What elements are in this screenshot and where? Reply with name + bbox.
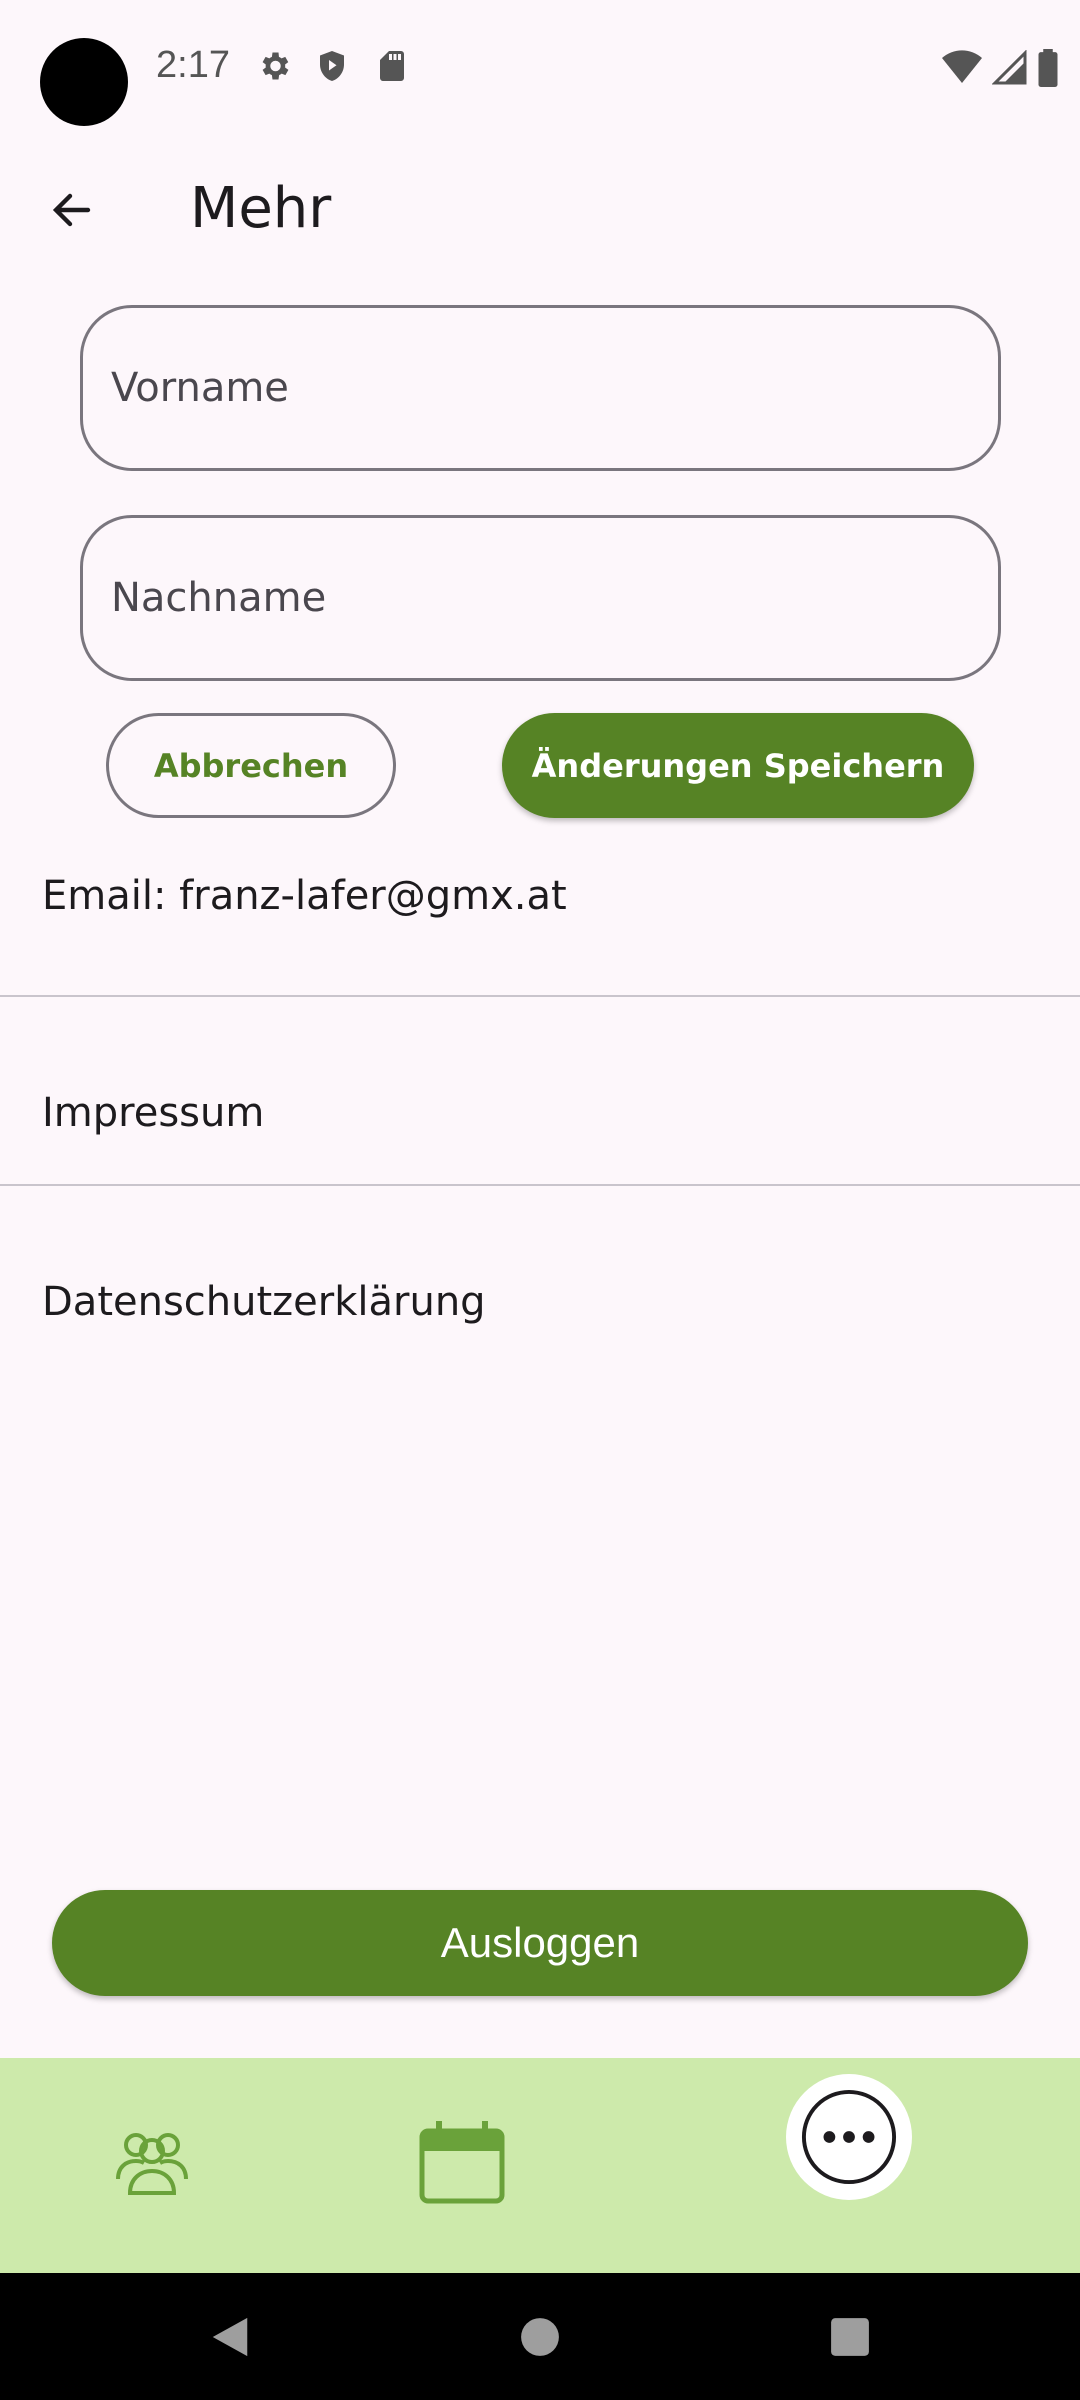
wifi-icon	[942, 50, 982, 83]
system-recents-button[interactable]	[810, 2273, 890, 2400]
list-item-label: Datenschutzerklärung	[42, 1279, 486, 1325]
nav-item-calendar[interactable]	[412, 2113, 512, 2213]
circle-home-icon	[521, 2317, 559, 2356]
square-recents-icon	[831, 2317, 869, 2356]
camera-cutout	[40, 38, 128, 126]
list-item-label: Impressum	[42, 1090, 265, 1136]
logout-button-label: Ausloggen	[440, 1919, 640, 1966]
app-bar: Mehr	[0, 150, 1080, 270]
more-horizontal-icon	[801, 2089, 897, 2185]
save-changes-button[interactable]: Änderungen Speichern	[502, 713, 974, 818]
status-bar: 2:17	[0, 0, 1080, 135]
logout-button[interactable]: Ausloggen	[52, 1890, 1028, 1996]
last-name-field[interactable]	[80, 515, 1001, 681]
cancel-button-label: Abbrechen	[153, 746, 349, 785]
divider	[0, 1184, 1080, 1186]
status-time: 2:17	[156, 44, 230, 86]
triangle-back-icon	[212, 2317, 248, 2356]
first-name-field[interactable]	[80, 305, 1001, 471]
sd-card-icon	[380, 51, 404, 81]
nav-item-people[interactable]	[102, 2113, 202, 2213]
shield-play-icon	[320, 51, 344, 81]
people-icon	[116, 2133, 188, 2195]
battery-icon	[1038, 49, 1058, 87]
email-text: Email: franz-lafer@gmx.at	[42, 873, 567, 919]
settings-icon	[262, 52, 289, 80]
bottom-navigation	[0, 2058, 1080, 2273]
last-name-input[interactable]	[111, 518, 971, 678]
system-back-button[interactable]	[190, 2273, 270, 2400]
list-item-privacy-policy[interactable]: Datenschutzerklärung	[0, 1219, 1080, 1405]
divider	[0, 995, 1080, 997]
save-changes-button-label: Änderungen Speichern	[531, 746, 945, 785]
page-title: Mehr	[190, 176, 332, 241]
status-right-icons	[942, 48, 1058, 88]
first-name-input[interactable]	[111, 308, 971, 468]
nav-item-more[interactable]	[786, 2074, 912, 2200]
system-home-button[interactable]	[500, 2273, 580, 2400]
calendar-icon	[419, 2121, 505, 2204]
signal-icon	[992, 50, 1027, 85]
arrow-back-icon	[52, 193, 91, 227]
system-navigation-bar	[0, 2273, 1080, 2400]
cancel-button[interactable]: Abbrechen	[106, 713, 396, 818]
back-button[interactable]	[30, 175, 114, 245]
list-item-impressum[interactable]: Impressum	[0, 1030, 1080, 1216]
